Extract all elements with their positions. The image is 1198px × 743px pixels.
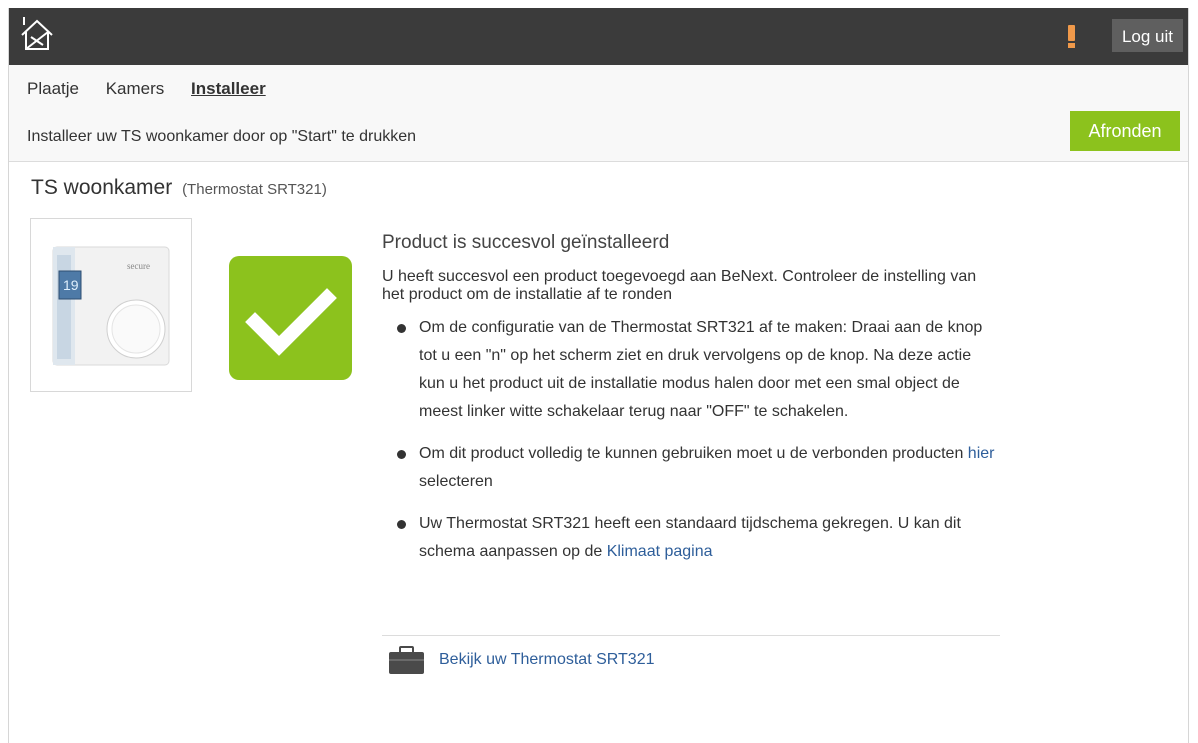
success-intro: U heeft succesvol een product toegevoegd… bbox=[382, 268, 977, 303]
list-item: Uw Thermostat SRT321 heeft een standaard… bbox=[382, 510, 999, 566]
top-bar: Log uit bbox=[9, 8, 1188, 65]
item-text: Om dit product volledig te kunnen gebrui… bbox=[419, 445, 968, 462]
climate-page-link[interactable]: Klimaat pagina bbox=[607, 543, 713, 560]
bullet-icon bbox=[397, 324, 406, 333]
thermostat-brand: secure bbox=[127, 261, 150, 271]
item-text: Om de configuratie van de Thermostat SRT… bbox=[419, 319, 983, 420]
tab-installeer[interactable]: Installeer bbox=[191, 79, 266, 98]
thermostat-display-value: 19 bbox=[63, 277, 79, 293]
app-frame: Log uit Plaatje Kamers Installeer Instal… bbox=[8, 8, 1189, 743]
bullet-icon bbox=[397, 450, 406, 459]
install-result: Product is succesvol geïnstalleerd U hee… bbox=[382, 232, 1002, 580]
divider bbox=[382, 635, 1000, 636]
success-heading: Product is succesvol geïnstalleerd bbox=[382, 232, 670, 253]
device-name: TS woonkamer bbox=[31, 176, 173, 199]
device-model: (Thermostat SRT321) bbox=[182, 181, 327, 198]
list-item: Om dit product volledig te kunnen gebrui… bbox=[382, 440, 999, 496]
item-text: selecteren bbox=[419, 473, 493, 490]
briefcase-icon bbox=[389, 646, 424, 674]
house-logo-icon[interactable] bbox=[19, 15, 55, 55]
product-image: 19 secure bbox=[30, 218, 192, 392]
checkmark-icon bbox=[229, 256, 352, 380]
tab-kamers[interactable]: Kamers bbox=[106, 79, 165, 98]
exclamation-icon[interactable] bbox=[1067, 25, 1076, 49]
connected-products-link[interactable]: hier bbox=[968, 445, 995, 462]
sub-header: Plaatje Kamers Installeer Installeer uw … bbox=[9, 65, 1188, 162]
view-product-link[interactable]: Bekijk uw Thermostat SRT321 bbox=[389, 646, 655, 674]
page-title: TS woonkamer (Thermostat SRT321) bbox=[31, 176, 327, 200]
list-item: Om de configuratie van de Thermostat SRT… bbox=[382, 314, 999, 426]
nav-tabs: Plaatje Kamers Installeer bbox=[27, 79, 288, 99]
logout-button[interactable]: Log uit bbox=[1112, 19, 1183, 52]
thermostat-image: 19 secure bbox=[52, 246, 170, 366]
finish-button[interactable]: Afronden bbox=[1070, 111, 1180, 151]
bullet-icon bbox=[397, 520, 406, 529]
instruction-list: Om de configuratie van de Thermostat SRT… bbox=[382, 314, 1002, 566]
install-instruction: Installeer uw TS woonkamer door op "Star… bbox=[27, 128, 417, 145]
view-product-label[interactable]: Bekijk uw Thermostat SRT321 bbox=[439, 651, 655, 669]
tab-plaatje[interactable]: Plaatje bbox=[27, 79, 79, 98]
